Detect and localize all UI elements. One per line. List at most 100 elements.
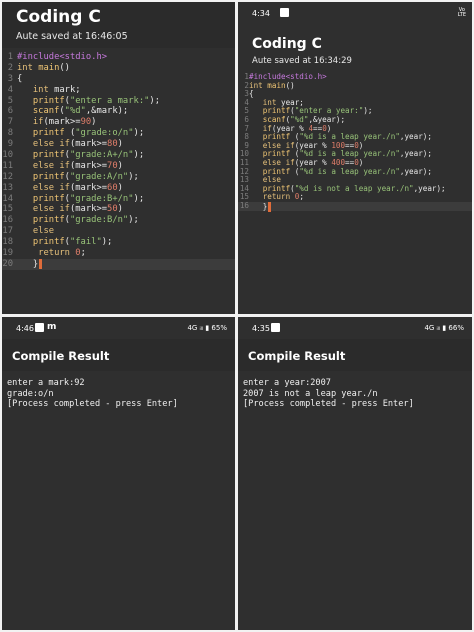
- code-line[interactable]: 7 if(mark>=90): [2, 117, 235, 128]
- line-number: 14: [2, 193, 13, 204]
- text-cursor: [268, 201, 272, 212]
- code-text: else: [17, 226, 54, 237]
- code-token: 60: [107, 182, 118, 193]
- console-output[interactable]: enter a mark:92 grade:o/n [Process complet…: [7, 378, 231, 410]
- code-line[interactable]: 12 printf("grade:A/n");: [2, 172, 235, 183]
- line-number: 19: [2, 248, 13, 259]
- code-token: else if: [32, 182, 70, 193]
- code-token: printf: [32, 150, 65, 161]
- code-line[interactable]: 3{: [2, 74, 235, 85]
- lte-indicator: Vo LTE: [457, 7, 466, 18]
- console-line: [Process completed - press Enter]: [7, 399, 178, 409]
- status-battery: 4G ᵢₗₗ ▮ 65%: [187, 324, 227, 332]
- code-text: if(mark>=90): [17, 117, 97, 128]
- code-line[interactable]: 16 printf("grade:B/n");: [2, 215, 235, 226]
- code-text: int mark;: [17, 85, 81, 96]
- code-text: printf("grade:B/n");: [17, 215, 139, 226]
- code-token: }: [249, 201, 268, 211]
- code-line[interactable]: 2 int main(): [238, 80, 472, 91]
- line-number: 17: [2, 226, 13, 237]
- code-token: );: [128, 215, 139, 226]
- code-line[interactable]: 16 }: [238, 200, 472, 212]
- result-title: Compile Result: [248, 349, 346, 363]
- code-line[interactable]: 17 else: [2, 226, 235, 237]
- code-text: scanf("%d",&mark);: [17, 106, 128, 117]
- code-token: "fail": [69, 237, 102, 248]
- app-bar: Coding C Aute saved at 16:34:29: [238, 24, 472, 70]
- code-token: "enter a mark:": [69, 95, 150, 106]
- code-text: printf ("grade:o/n");: [17, 128, 144, 139]
- code-token: ;: [80, 248, 86, 259]
- app-bar: Coding C Aute saved at 16:46:05: [2, 2, 235, 48]
- line-number: 12: [2, 171, 13, 182]
- code-token: ): [117, 182, 123, 193]
- code-line[interactable]: 20 }: [2, 258, 235, 270]
- line-number: 13: [2, 182, 13, 193]
- code-line[interactable]: 19 return 0;: [2, 248, 235, 259]
- code-line[interactable]: 6 scanf("%d",&mark);: [2, 106, 235, 117]
- code-token: );: [133, 128, 145, 139]
- line-number: 2: [7, 62, 13, 73]
- line-number: 7: [7, 117, 13, 128]
- code-line[interactable]: 1 #include<stdio.h>: [2, 52, 235, 63]
- code-line[interactable]: 9 else if(mark>=80): [2, 139, 235, 150]
- code-line[interactable]: 15 else if(mark>=50): [2, 204, 235, 215]
- code-token: main: [38, 62, 60, 73]
- compile-result-screen-leap-year: 4:35 4G ᵢₗₗ ▮ 66% Compile Result enter a…: [238, 317, 472, 630]
- app-title: Coding C: [16, 7, 101, 27]
- line-number: 1: [7, 52, 13, 62]
- code-text: int main(): [17, 63, 70, 74]
- code-line[interactable]: 8 printf ("grade:o/n");: [2, 128, 235, 139]
- code-line[interactable]: 11 else if(mark>=70): [2, 161, 235, 172]
- code-token: else: [32, 226, 55, 237]
- line-number: 4: [7, 84, 13, 95]
- code-editor[interactable]: 1 #include<stdio.h> 2 int main() 3{4 int yea…: [238, 72, 472, 212]
- line-number: 11: [2, 160, 13, 171]
- line-number: 9: [7, 139, 13, 150]
- code-token: "grade:B+/n": [69, 193, 134, 204]
- code-token: printf: [32, 128, 65, 139]
- code-token: );: [363, 106, 373, 116]
- code-line[interactable]: 13 else if(mark>=60): [2, 183, 235, 194]
- code-token: );: [133, 150, 145, 161]
- code-text: printf("grade:A+/n");: [17, 150, 144, 161]
- code-text: #include<stdio.h>: [17, 52, 107, 63]
- code-token: );: [149, 95, 161, 106]
- code-token: 70: [107, 160, 118, 171]
- code-line[interactable]: 2 int main(): [2, 63, 235, 74]
- code-line[interactable]: 15 return 0;: [238, 193, 472, 202]
- notification-icon: [271, 323, 280, 332]
- status-bar: 4:35 4G ᵢₗₗ ▮ 66%: [238, 317, 472, 339]
- autosave-status: Aute saved at 16:34:29: [252, 56, 352, 66]
- line-number: 16: [239, 200, 249, 210]
- code-line[interactable]: 4 int mark;: [2, 85, 235, 96]
- code-text: }: [17, 258, 43, 270]
- line-number: 10: [2, 150, 13, 161]
- code-text: return 0;: [17, 248, 86, 259]
- code-editor[interactable]: 1 #include<stdio.h> 2 int main() 3{4 int mar…: [2, 52, 235, 270]
- app-title: Coding C: [252, 36, 322, 52]
- code-token: (mark>=: [69, 160, 108, 171]
- code-line[interactable]: 10 printf("grade:A+/n");: [2, 150, 235, 161]
- code-text: printf("grade:B+/n");: [17, 194, 144, 205]
- code-line[interactable]: 14 printf("grade:B+/n");: [2, 194, 235, 205]
- code-token: ,year);: [399, 132, 432, 142]
- compile-result-screen-grades: 4:46 m 4G ᵢₗₗ ▮ 65% Compile Result enter…: [2, 317, 235, 630]
- code-token: ): [117, 204, 123, 215]
- console-output[interactable]: enter a year:2007 2007 is not a leap year…: [243, 378, 468, 410]
- code-text: else if(mark>=50): [17, 204, 123, 215]
- code-token: (): [285, 80, 295, 90]
- code-line[interactable]: 5 printf("enter a mark:");: [2, 96, 235, 107]
- code-text: printf("enter a mark:");: [17, 96, 160, 107]
- code-line[interactable]: 18 printf("fail");: [2, 237, 235, 248]
- code-token: printf: [32, 215, 65, 226]
- editor-screen-grades: Coding C Aute saved at 16:46:05 1 #includ…: [2, 2, 235, 314]
- text-cursor: [39, 258, 43, 269]
- code-token: else if: [32, 139, 70, 150]
